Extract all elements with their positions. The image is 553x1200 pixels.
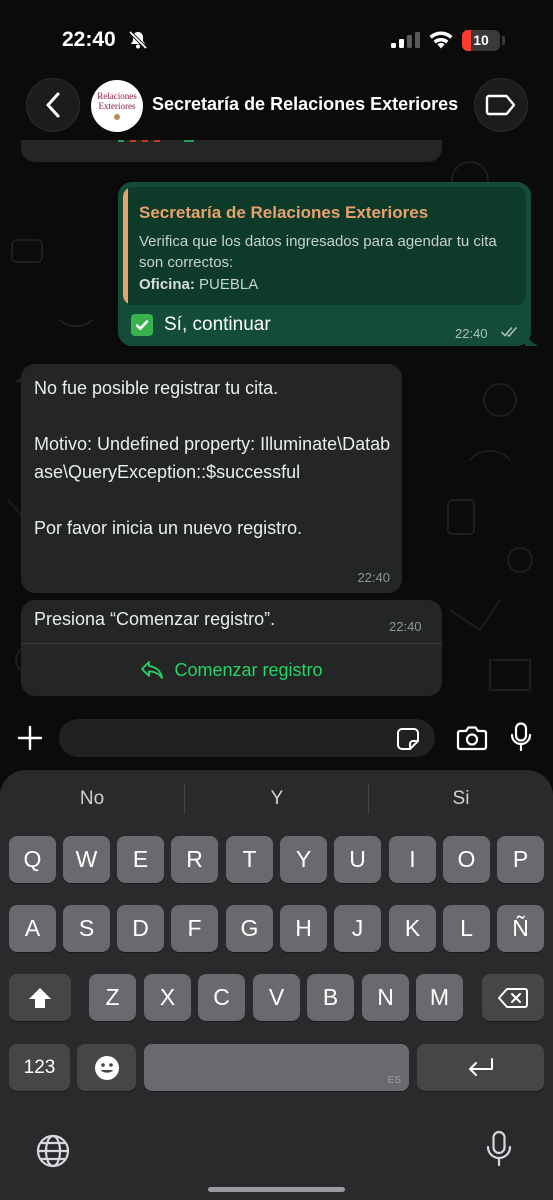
seal-icon — [114, 114, 120, 120]
double-check-icon — [501, 327, 517, 337]
key-f[interactable]: F — [171, 905, 218, 952]
key-y[interactable]: Y — [280, 836, 327, 883]
camera-icon[interactable] — [456, 725, 488, 751]
battery-level: 10 — [473, 32, 489, 48]
message-time: 22:40 — [389, 619, 422, 634]
key-a[interactable]: A — [9, 905, 56, 952]
key-s[interactable]: S — [63, 905, 110, 952]
return-key[interactable] — [417, 1044, 544, 1091]
emoji-key[interactable] — [77, 1044, 136, 1091]
error-line: No fue posible registrar tu cita. — [34, 378, 279, 398]
suggestion-1[interactable]: No — [0, 788, 184, 810]
quote-office-value: PUEBLA — [199, 276, 259, 293]
shift-key[interactable] — [9, 974, 71, 1021]
space-key[interactable]: ES — [144, 1044, 409, 1091]
sticker-icon[interactable] — [396, 727, 420, 751]
bubble-tail — [14, 366, 28, 382]
globe-icon[interactable] — [34, 1132, 72, 1170]
error-instruction: Por favor inicia un nuevo registro. — [34, 518, 303, 538]
outgoing-message[interactable]: Secretaría de Relaciones Exteriores Veri… — [118, 182, 531, 346]
status-time: 22:40 — [62, 28, 116, 51]
quote-text: Verifica que los datos ingresados para a… — [139, 233, 497, 271]
backspace-icon — [498, 987, 528, 1008]
prompt-text: Presiona “Comenzar registro”. — [34, 609, 276, 629]
quote-accent-bar — [123, 187, 128, 305]
previous-message-bubble — [21, 140, 442, 162]
back-button[interactable] — [26, 78, 80, 132]
error-reason: Motivo: Undefined property: Illuminate\D… — [34, 434, 391, 482]
message-input-bar — [0, 708, 553, 770]
key-q[interactable]: Q — [9, 836, 56, 883]
key-l[interactable]: L — [443, 905, 490, 952]
key-h[interactable]: H — [280, 905, 327, 952]
suggestion-bar: No Y Si — [0, 770, 553, 828]
key-d[interactable]: D — [117, 905, 164, 952]
reply-arrow-icon — [141, 661, 164, 679]
key-j[interactable]: J — [334, 905, 381, 952]
previous-message-fragment — [118, 140, 194, 142]
suggestion-3[interactable]: Si — [369, 788, 553, 810]
key-p[interactable]: P — [497, 836, 544, 883]
bubble-tail — [525, 330, 539, 346]
signal-icon — [391, 32, 420, 48]
key-m[interactable]: M — [416, 974, 463, 1021]
message-time: 22:40 — [455, 326, 488, 341]
key-r[interactable]: R — [171, 836, 218, 883]
key-w[interactable]: W — [63, 836, 110, 883]
battery-tip — [502, 36, 505, 45]
return-icon — [468, 1057, 493, 1076]
avatar[interactable]: Relaciones Exteriores — [91, 80, 143, 132]
key-o[interactable]: O — [443, 836, 490, 883]
bell-slash-icon — [128, 30, 148, 50]
key-u[interactable]: U — [334, 836, 381, 883]
incoming-prompt-message[interactable]: Presiona “Comenzar registro”. 22:40 Come… — [21, 600, 442, 696]
key-v[interactable]: V — [253, 974, 300, 1021]
suggestion-2[interactable]: Y — [185, 788, 369, 810]
key-n[interactable]: N — [362, 974, 409, 1021]
error-message-text: No fue posible registrar tu cita. Motivo… — [34, 374, 394, 542]
avatar-logo-text: Relaciones Exteriores — [97, 91, 137, 111]
key-t[interactable]: T — [226, 836, 273, 883]
chat-header: Relaciones Exteriores Secretaría de Rela… — [0, 78, 553, 140]
label-button[interactable] — [474, 78, 528, 132]
numbers-key[interactable]: 123 — [9, 1044, 70, 1091]
start-registration-button[interactable]: Comenzar registro — [21, 644, 442, 696]
message-time: 22:40 — [357, 570, 390, 585]
key-z[interactable]: Z — [89, 974, 136, 1021]
reply-text: Sí, continuar — [164, 314, 271, 335]
plus-icon[interactable] — [16, 724, 44, 752]
chat-area[interactable]: Secretaría de Relaciones Exteriores Veri… — [0, 140, 553, 708]
quote-sender: Secretaría de Relaciones Exteriores — [139, 203, 429, 222]
check-mark-emoji-icon — [131, 314, 153, 336]
chevron-left-icon — [46, 92, 60, 118]
keyboard-language: ES — [387, 1075, 401, 1086]
shift-icon — [29, 987, 51, 1008]
start-registration-label: Comenzar registro — [174, 659, 323, 680]
incoming-error-message[interactable]: No fue posible registrar tu cita. Motivo… — [21, 364, 402, 593]
message-input[interactable] — [59, 719, 435, 757]
key-g[interactable]: G — [226, 905, 273, 952]
chat-title[interactable]: Secretaría de Relaciones Exteriores — [152, 94, 458, 115]
key-n-tilde[interactable]: Ñ — [497, 905, 544, 952]
home-indicator — [208, 1187, 345, 1192]
wifi-icon — [429, 31, 453, 49]
key-e[interactable]: E — [117, 836, 164, 883]
key-c[interactable]: C — [198, 974, 245, 1021]
quote-office: Oficina: PUEBLA — [139, 276, 258, 293]
key-i[interactable]: I — [389, 836, 436, 883]
key-x[interactable]: X — [144, 974, 191, 1021]
key-k[interactable]: K — [389, 905, 436, 952]
status-bar: 22:40 10 — [0, 0, 553, 80]
microphone-icon[interactable] — [510, 722, 532, 752]
quote-office-label: Oficina: — [139, 276, 195, 293]
key-b[interactable]: B — [307, 974, 354, 1021]
battery-icon: 10 — [462, 30, 500, 51]
dictation-mic-icon[interactable] — [486, 1130, 512, 1168]
label-tag-icon — [485, 94, 516, 116]
backspace-key[interactable] — [482, 974, 544, 1021]
quoted-message[interactable]: Secretaría de Relaciones Exteriores Veri… — [123, 187, 526, 305]
emoji-icon — [94, 1055, 119, 1080]
